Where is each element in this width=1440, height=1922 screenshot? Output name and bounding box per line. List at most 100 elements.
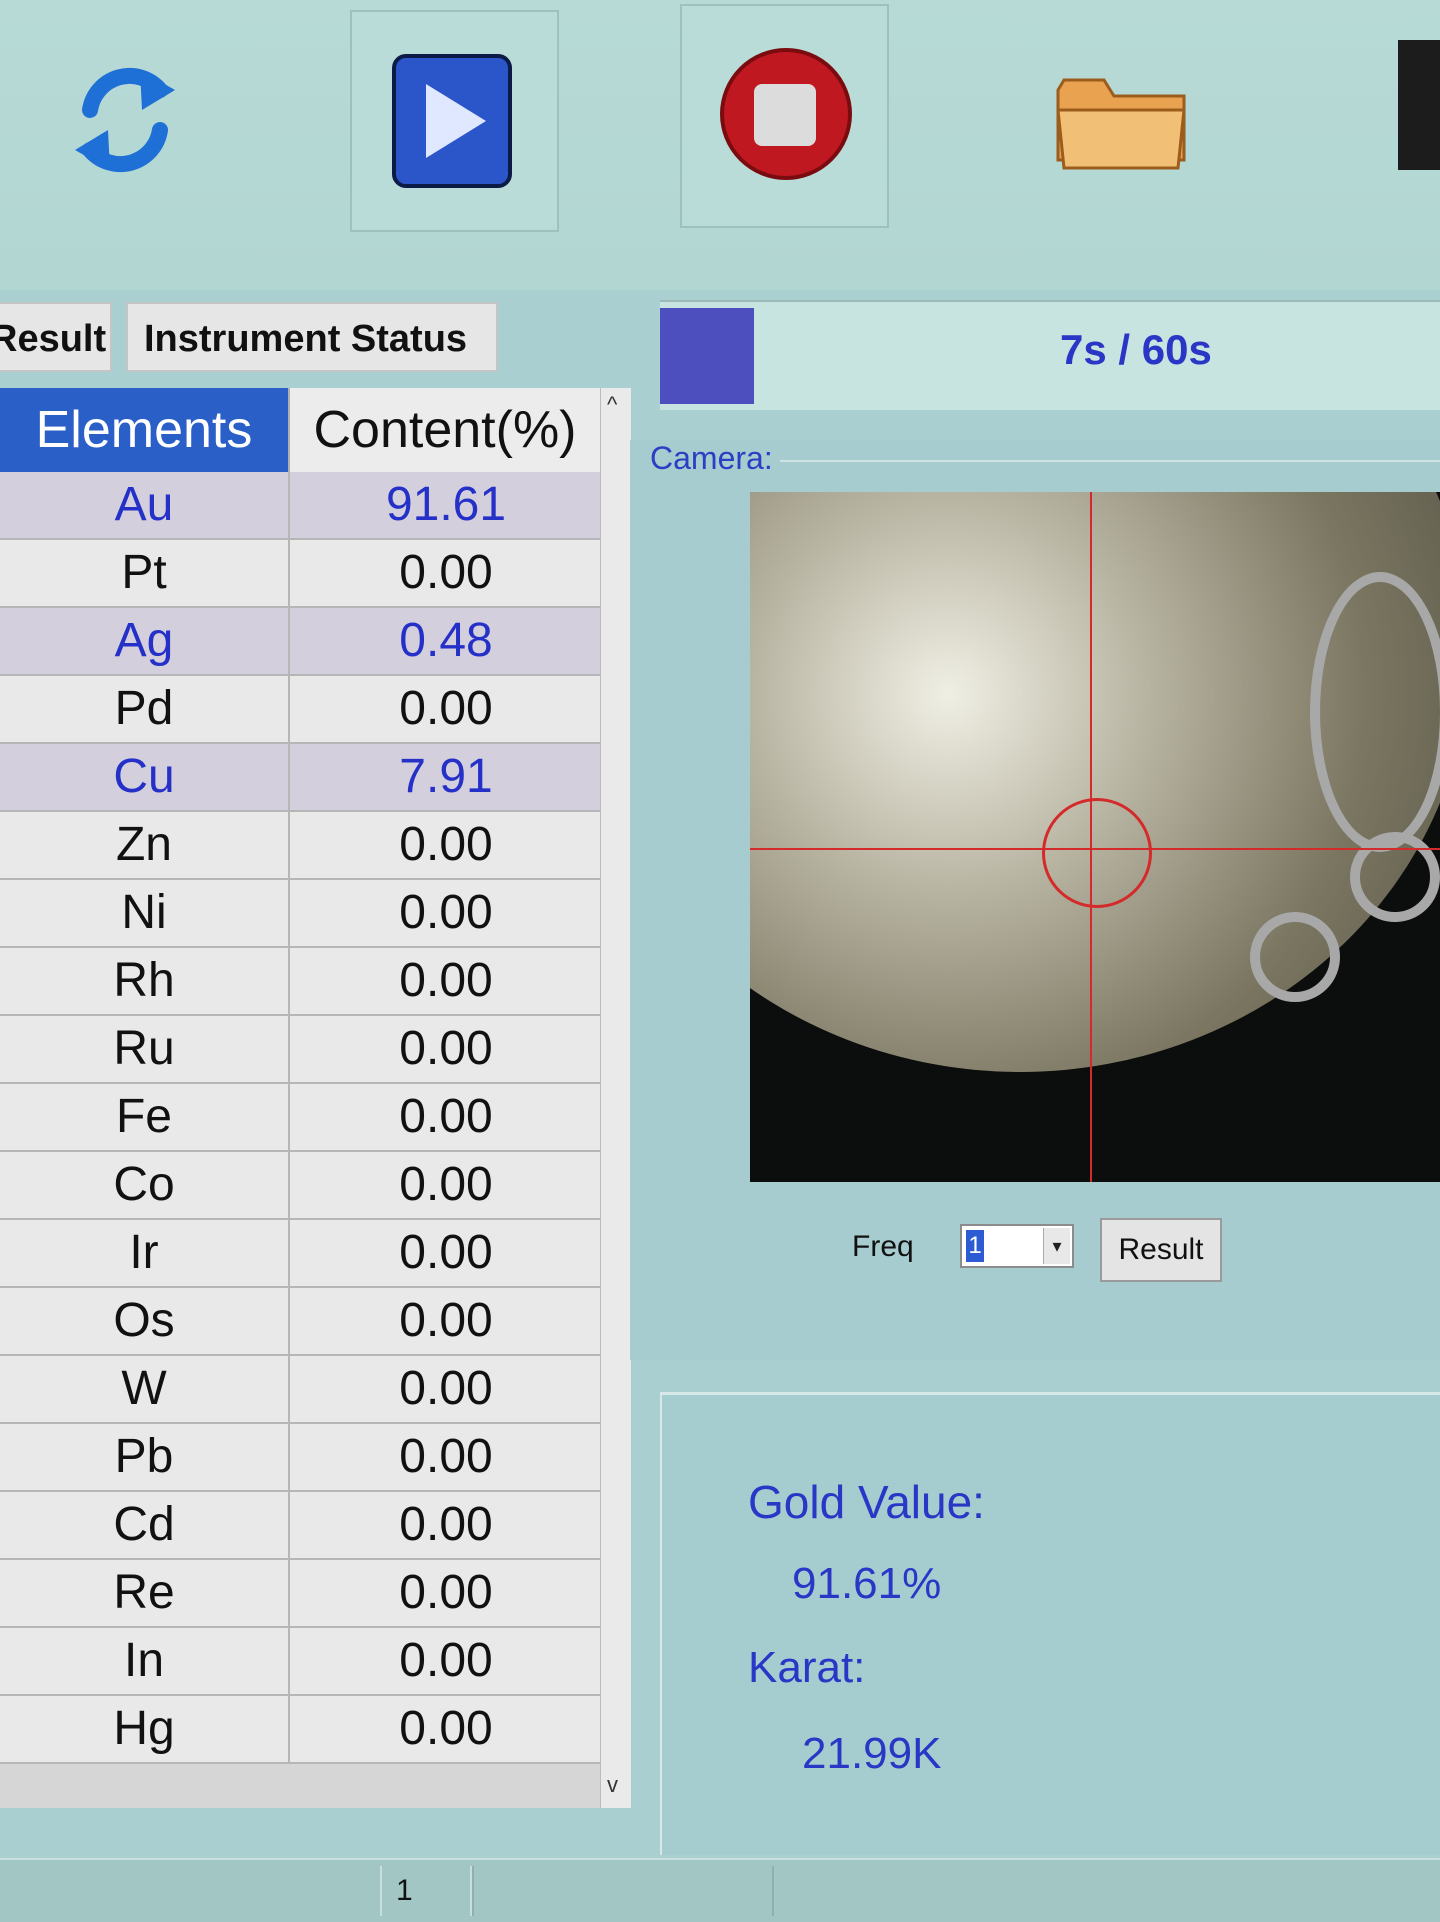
freq-value: 1 — [966, 1230, 984, 1262]
table-row[interactable]: Re 0.00 — [0, 1560, 600, 1628]
element-symbol: Co — [0, 1152, 290, 1218]
element-symbol: Pb — [0, 1424, 290, 1490]
element-symbol: Ru — [0, 1016, 290, 1082]
gold-value: 91.61% — [792, 1559, 942, 1608]
play-icon — [392, 54, 512, 190]
element-symbol: In — [0, 1628, 290, 1694]
table-row[interactable]: Pt 0.00 — [0, 540, 600, 608]
jewelry-loop-image — [1250, 912, 1340, 1002]
save-icon[interactable] — [1398, 40, 1440, 170]
crosshair-circle — [1042, 798, 1152, 908]
karat-value: 21.99K — [802, 1729, 942, 1778]
element-content: 0.00 — [399, 1226, 493, 1279]
table-row[interactable]: Co 0.00 — [0, 1152, 600, 1220]
table-row[interactable]: Hg 0.00 — [0, 1696, 600, 1764]
column-header-elements[interactable]: Elements — [0, 388, 288, 472]
scroll-down-icon[interactable]: v — [607, 1772, 618, 1798]
camera-label: Camera: — [650, 440, 773, 476]
table-row[interactable]: Pb 0.00 — [0, 1424, 600, 1492]
element-content: 0.00 — [399, 1362, 493, 1415]
element-content: 0.00 — [399, 818, 493, 871]
element-content: 0.00 — [399, 1022, 493, 1075]
table-row[interactable]: W 0.00 — [0, 1356, 600, 1424]
measurement-progress: 7s / 60s — [660, 300, 1440, 410]
refresh-icon[interactable] — [70, 60, 180, 180]
tab-result[interactable]: Result — [0, 302, 112, 372]
element-content: 0.00 — [399, 1702, 493, 1755]
element-content: 7.91 — [399, 750, 493, 803]
table-row[interactable]: Ag 0.48 — [0, 608, 600, 676]
element-symbol: Ir — [0, 1220, 290, 1286]
camera-divider — [780, 460, 1440, 462]
element-symbol: Re — [0, 1560, 290, 1626]
element-content: 0.00 — [399, 1294, 493, 1347]
element-symbol: Cu — [0, 744, 290, 810]
element-symbol: Os — [0, 1288, 290, 1354]
toolbar — [0, 0, 1440, 290]
column-header-content[interactable]: Content(%) — [288, 388, 600, 472]
jewelry-loop-image — [1350, 832, 1440, 922]
table-header: Elements Content(%) — [0, 388, 600, 472]
table-row[interactable]: Zn 0.00 — [0, 812, 600, 880]
table-body: Au 91.61 Pt 0.00 Ag 0.48 Pd 0.00 Cu 7.91 Zn 0.00 Ni 0… — [0, 472, 600, 1764]
table-row[interactable]: Cu 7.91 — [0, 744, 600, 812]
chevron-down-icon[interactable]: ▾ — [1043, 1228, 1070, 1264]
element-symbol: Fe — [0, 1084, 290, 1150]
element-content: 0.00 — [399, 886, 493, 939]
stop-button[interactable] — [680, 4, 889, 228]
tab-instrument-status[interactable]: Instrument Status — [126, 302, 498, 372]
result-summary: Gold Value: 91.61% Karat: 21.99K — [660, 1392, 1440, 1855]
status-cell — [380, 1866, 474, 1916]
table-row[interactable]: Cd 0.00 — [0, 1492, 600, 1560]
element-symbol: W — [0, 1356, 290, 1422]
element-symbol: Hg — [0, 1696, 290, 1762]
freq-select[interactable]: 1 ▾ — [960, 1224, 1074, 1268]
camera-panel: Camera: Freq 1 ▾ Result — [630, 440, 1440, 1360]
gold-value-label: Gold Value: — [748, 1476, 985, 1528]
element-content: 0.00 — [399, 1634, 493, 1687]
start-button[interactable] — [350, 10, 559, 232]
elapsed-time: 7s / 60s — [1060, 326, 1212, 373]
table-row[interactable]: Os 0.00 — [0, 1288, 600, 1356]
element-content: 0.00 — [399, 1430, 493, 1483]
element-content: 0.00 — [399, 1566, 493, 1619]
table-row[interactable]: Fe 0.00 — [0, 1084, 600, 1152]
karat-label: Karat: — [748, 1643, 866, 1692]
status-page-number: 1 — [396, 1874, 413, 1907]
status-cell — [470, 1866, 774, 1916]
result-button[interactable]: Result — [1100, 1218, 1222, 1282]
element-symbol: Ni — [0, 880, 290, 946]
table-row[interactable]: Rh 0.00 — [0, 948, 600, 1016]
element-content: 0.00 — [399, 1090, 493, 1143]
progress-bar-fill — [660, 308, 754, 404]
scroll-up-icon[interactable]: ^ — [607, 392, 617, 418]
table-row[interactable]: Pd 0.00 — [0, 676, 600, 744]
freq-label: Freq — [852, 1230, 914, 1263]
element-content: 0.00 — [399, 954, 493, 1007]
element-symbol: Rh — [0, 948, 290, 1014]
folder-icon[interactable] — [1054, 60, 1190, 175]
element-content: 0.00 — [399, 1498, 493, 1551]
status-bar: 1 — [0, 1858, 1440, 1922]
table-row[interactable]: Au 91.61 — [0, 472, 600, 540]
stop-icon — [718, 42, 854, 192]
element-symbol: Pt — [0, 540, 290, 606]
elements-table: Elements Content(%) Au 91.61 Pt 0.00 Ag 0.48 P… — [0, 388, 631, 1808]
element-content: 0.00 — [399, 682, 493, 735]
element-symbol: Au — [0, 472, 290, 538]
element-content: 0.00 — [399, 1158, 493, 1211]
table-row[interactable]: Ru 0.00 — [0, 1016, 600, 1084]
element-symbol: Ag — [0, 608, 290, 674]
jewelry-hook-image — [1310, 572, 1440, 852]
element-symbol: Cd — [0, 1492, 290, 1558]
table-row[interactable]: Ni 0.00 — [0, 880, 600, 948]
element-content: 0.48 — [399, 614, 493, 667]
element-content: 91.61 — [385, 478, 507, 531]
element-symbol: Zn — [0, 812, 290, 878]
element-symbol: Pd — [0, 676, 290, 742]
table-scrollbar[interactable]: ^ v — [600, 388, 631, 1808]
element-content: 0.00 — [399, 546, 493, 599]
camera-view[interactable] — [750, 492, 1440, 1182]
table-row[interactable]: In 0.00 — [0, 1628, 600, 1696]
table-row[interactable]: Ir 0.00 — [0, 1220, 600, 1288]
